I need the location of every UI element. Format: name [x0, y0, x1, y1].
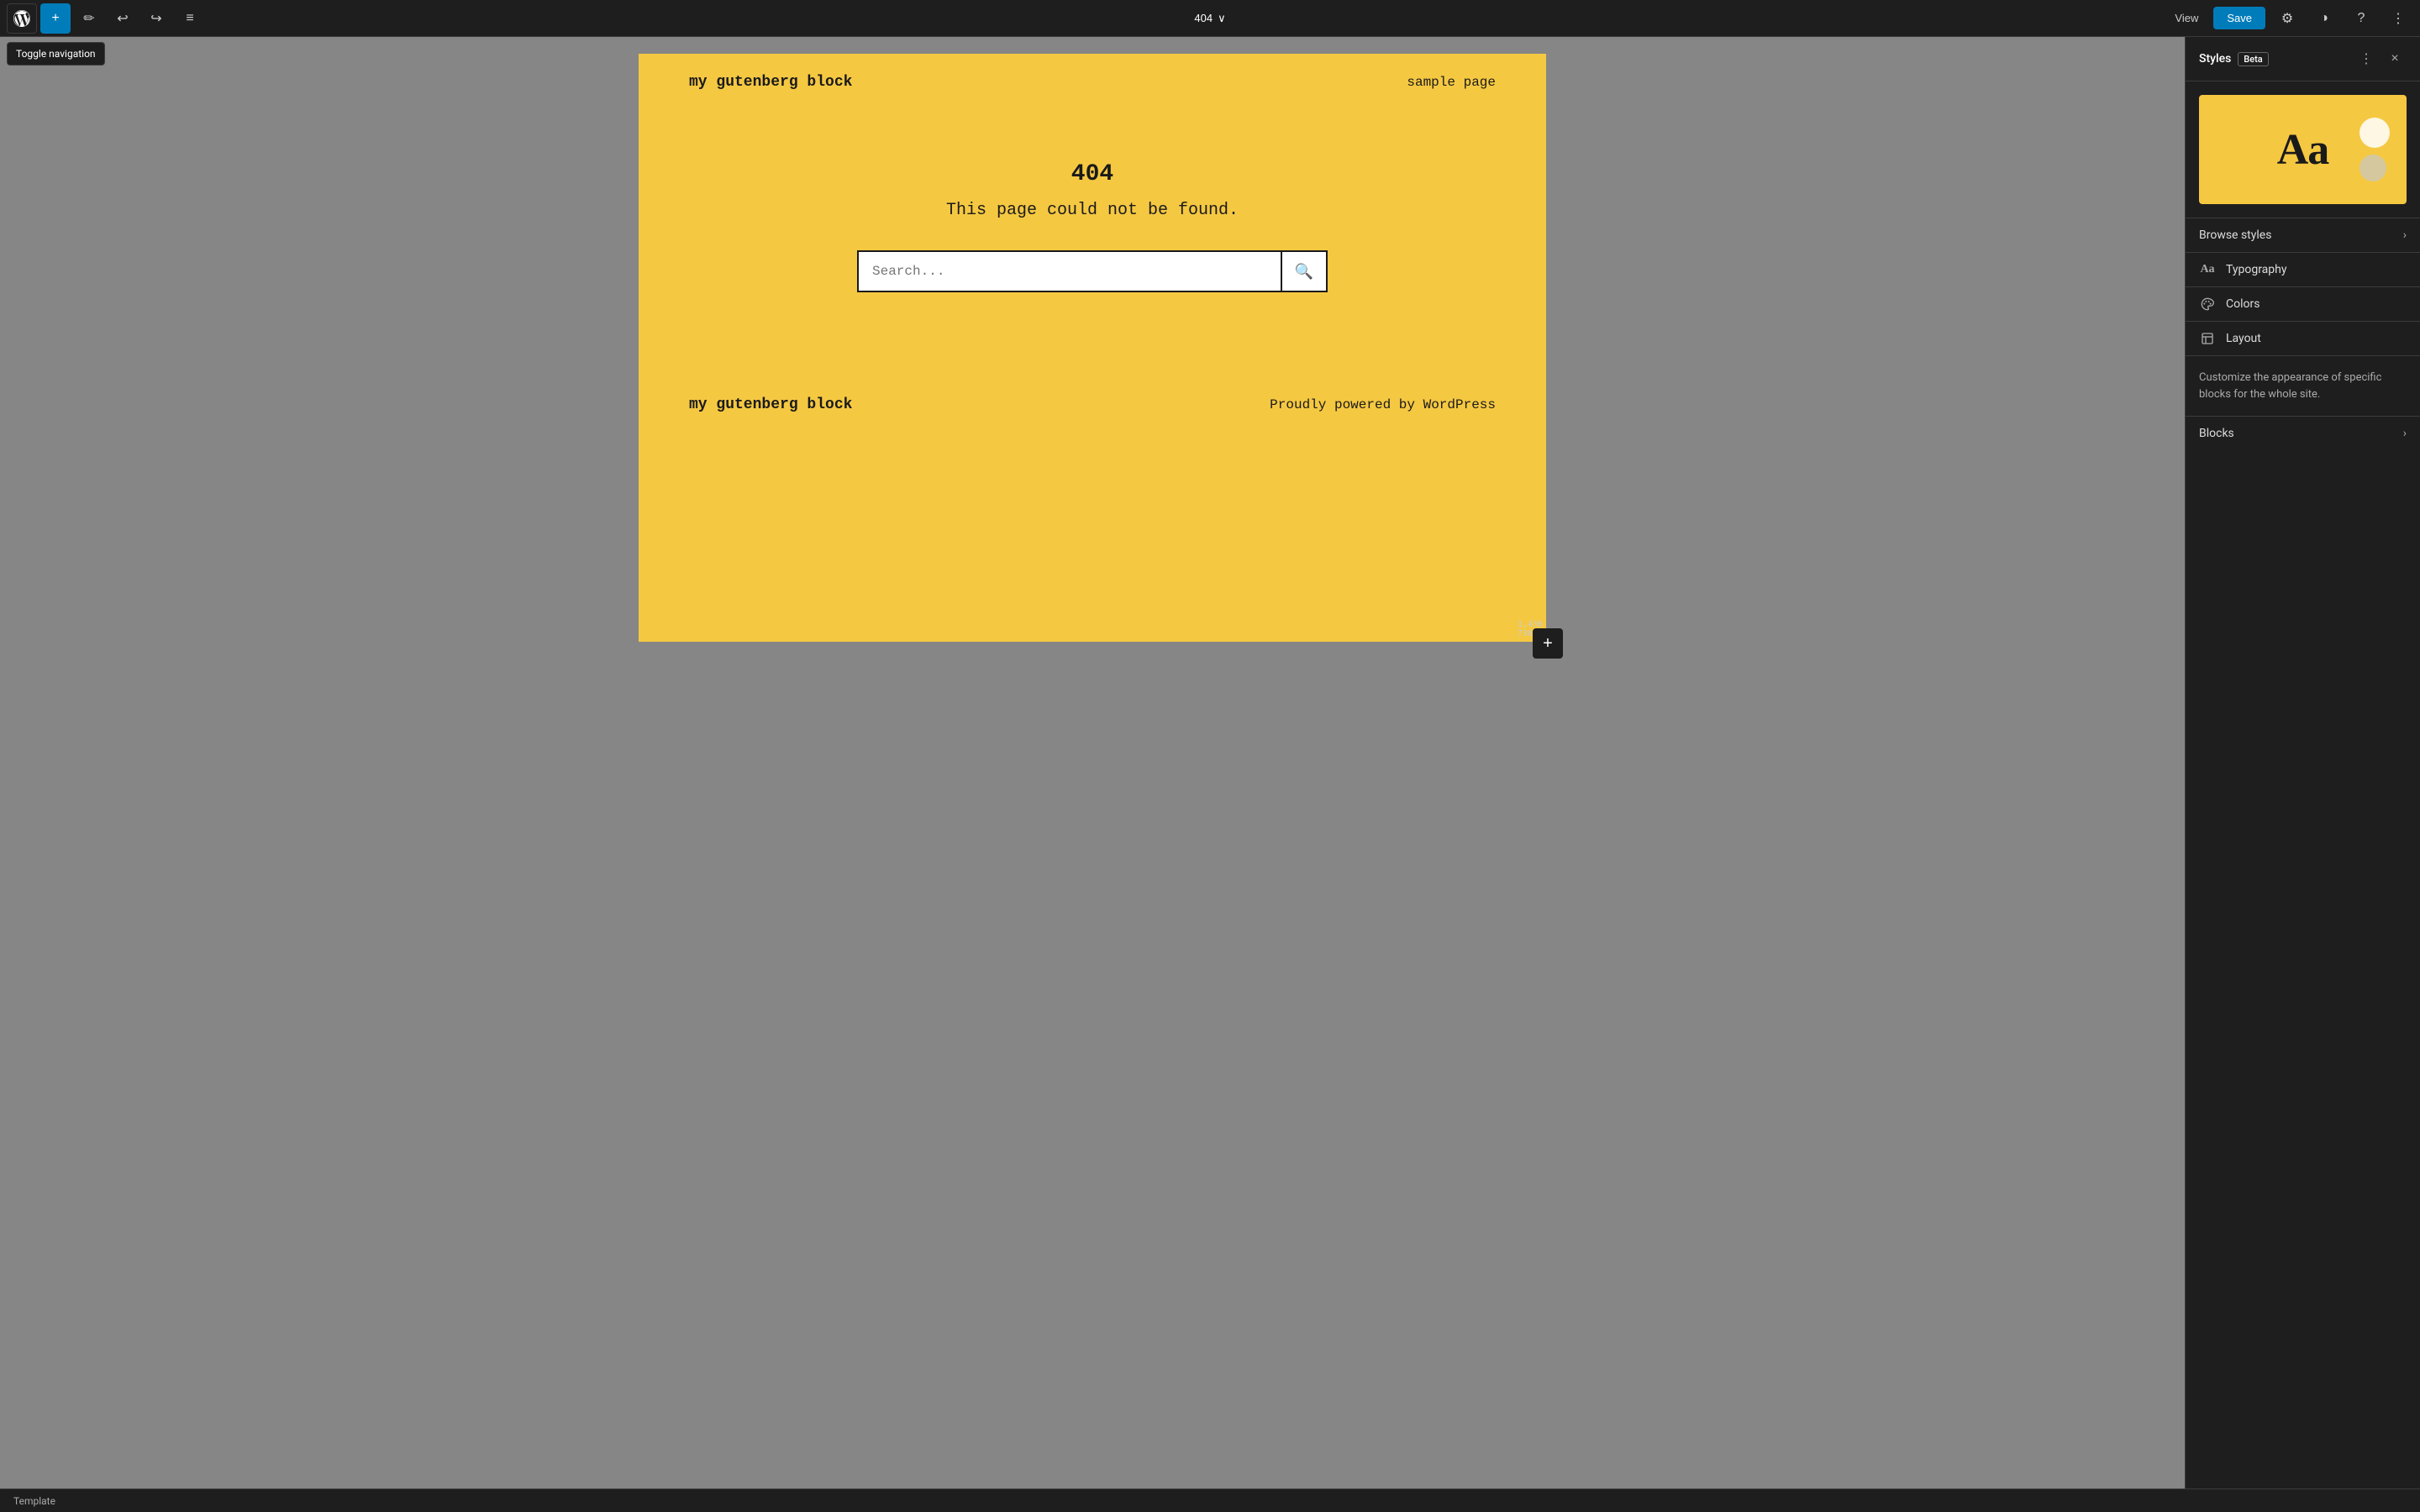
error-content: 404 This page could not be found. 🔍 — [639, 111, 1546, 326]
sidebar-title: Styles Beta — [2199, 52, 2269, 66]
typography-section: Aa Typography — [2186, 252, 2420, 286]
search-form: 🔍 — [857, 250, 1328, 292]
typography-label: Typography — [2226, 263, 2407, 276]
sidebar-header-actions: ⋮ × — [2354, 47, 2407, 71]
error-message: This page could not be found. — [946, 201, 1239, 220]
save-button[interactable]: Save — [2213, 7, 2265, 29]
more-options-button[interactable]: ⋮ — [2383, 3, 2413, 34]
colors-label: Colors — [2226, 297, 2407, 311]
gear-icon: ⚙ — [2281, 10, 2293, 27]
error-code: 404 — [1071, 161, 1113, 187]
footer-site-title: my gutenberg block — [689, 396, 852, 413]
toolbar-right: View Save ⚙ ◑ ? ⋮ — [2166, 3, 2413, 34]
toolbar-left: + ✏ ↩ ↪ ≡ — [7, 3, 205, 34]
toolbar: + ✏ ↩ ↪ ≡ 404 ∨ View Save ⚙ ◑ ? — [0, 0, 2420, 37]
sidebar-close-button[interactable]: × — [2383, 47, 2407, 71]
redo-icon: ↪ — [150, 10, 161, 27]
search-button[interactable]: 🔍 — [1281, 250, 1328, 292]
preview-circles — [2360, 118, 2390, 181]
blocks-chevron-right-icon: › — [2403, 427, 2407, 440]
browse-styles-label: Browse styles — [2199, 228, 2271, 242]
sidebar-header: Styles Beta ⋮ × — [2186, 37, 2420, 81]
preview-circle-small — [2360, 155, 2386, 181]
sidebar-more-button[interactable]: ⋮ — [2354, 47, 2378, 71]
typography-icon: Aa — [2199, 263, 2216, 276]
layout-label: Layout — [2226, 332, 2407, 345]
style-preview: Aa — [2199, 95, 2407, 204]
status-bar: Template — [0, 1488, 2420, 1512]
blocks-row[interactable]: Blocks › — [2186, 416, 2420, 450]
main-area: my gutenberg block sample page 404 This … — [0, 37, 2420, 1488]
more-icon: ⋮ — [2360, 50, 2373, 67]
site-nav: sample page — [1407, 75, 1496, 90]
footer-credit: Proudly powered by WordPress — [1270, 397, 1496, 412]
wordpress-logo[interactable] — [7, 3, 37, 34]
typography-row[interactable]: Aa Typography — [2186, 253, 2420, 286]
close-icon: × — [2391, 51, 2398, 66]
blocks-label: Blocks — [2199, 427, 2234, 440]
search-input[interactable] — [857, 250, 1281, 292]
colors-icon — [2199, 297, 2216, 311]
canvas: my gutenberg block sample page 404 This … — [639, 54, 1546, 642]
contrast-button[interactable]: ◑ — [2309, 3, 2339, 34]
help-icon: ? — [2358, 11, 2365, 26]
add-block-button[interactable]: + — [40, 3, 71, 34]
tools-button[interactable]: ✏ — [74, 3, 104, 34]
site-title: my gutenberg block — [689, 74, 852, 91]
toggle-navigation-tooltip: Toggle navigation — [7, 42, 105, 66]
pencil-icon: ✏ — [83, 10, 94, 27]
preview-text: Aa — [2277, 125, 2329, 175]
sidebar-description: Customize the appearance of specific blo… — [2186, 355, 2420, 416]
site-header: my gutenberg block sample page — [639, 54, 1546, 111]
nav-link[interactable]: sample page — [1407, 75, 1496, 90]
list-view-icon: ≡ — [186, 11, 193, 26]
colors-section: Colors — [2186, 286, 2420, 321]
styles-sidebar: Styles Beta ⋮ × Aa Browse styles — [2185, 37, 2420, 1488]
settings-button[interactable]: ⚙ — [2272, 3, 2302, 34]
beta-badge: Beta — [2238, 52, 2268, 66]
status-text: Template — [13, 1495, 55, 1507]
colors-row[interactable]: Colors — [2186, 287, 2420, 321]
layout-section: Layout — [2186, 321, 2420, 355]
layout-icon — [2199, 332, 2216, 345]
contrast-icon: ◑ — [2320, 11, 2328, 26]
more-icon: ⋮ — [2391, 10, 2405, 27]
canvas-wrapper: my gutenberg block sample page 404 This … — [0, 37, 2185, 1488]
redo-button[interactable]: ↪ — [141, 3, 171, 34]
search-icon: 🔍 — [1295, 263, 1313, 281]
page-title-button[interactable]: 404 ∨ — [1185, 8, 1234, 29]
list-view-button[interactable]: ≡ — [175, 3, 205, 34]
undo-button[interactable]: ↩ — [108, 3, 138, 34]
layout-row[interactable]: Layout — [2186, 322, 2420, 355]
view-button[interactable]: View — [2166, 8, 2207, 28]
toolbar-center: 404 ∨ — [1185, 8, 1234, 29]
coordinates: 1,436 730 — [1518, 620, 1543, 638]
help-button[interactable]: ? — [2346, 3, 2376, 34]
chevron-down-icon: ∨ — [1218, 12, 1226, 25]
add-icon: + — [51, 11, 59, 26]
undo-icon: ↩ — [117, 10, 128, 27]
preview-circle-large — [2360, 118, 2390, 148]
page-title-text: 404 — [1194, 12, 1213, 24]
chevron-right-icon: › — [2403, 228, 2407, 242]
browse-styles-row[interactable]: Browse styles › — [2186, 218, 2420, 252]
site-footer: my gutenberg block Proudly powered by Wo… — [639, 376, 1546, 433]
